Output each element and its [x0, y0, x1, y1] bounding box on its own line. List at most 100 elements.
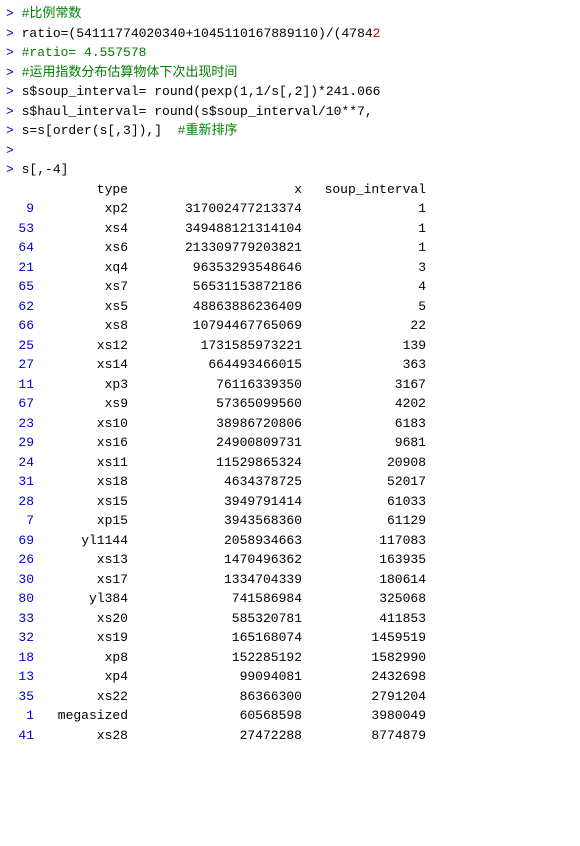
table-row: 65 xs7 56531153872186 4: [6, 277, 574, 297]
cell-rownum: 18: [6, 648, 34, 668]
code-5: s$soup_interval= round(pexp(1,1/s[,2])*2…: [14, 82, 381, 102]
cell-x: 213309779203821: [132, 238, 302, 258]
cell-x: 76116339350: [132, 375, 302, 395]
cell-soup: 4: [306, 277, 426, 297]
cell-soup: 2432698: [306, 667, 426, 687]
cell-rownum: 25: [6, 336, 34, 356]
cell-rownum: 53: [6, 219, 34, 239]
code-line-6: > s$haul_interval= round(s$soup_interval…: [0, 102, 580, 122]
cell-rownum: 32: [6, 628, 34, 648]
cell-type: xs11: [38, 453, 128, 473]
table-row: 28 xs15 3949791414 61033: [6, 492, 574, 512]
code-6: s$haul_interval= round(s$soup_interval/1…: [14, 102, 373, 122]
cell-soup: 1459519: [306, 628, 426, 648]
prompt-8: >: [6, 141, 14, 161]
comment-1: #比例常数: [14, 4, 82, 24]
cell-x: 27472288: [132, 726, 302, 746]
cell-rownum: 9: [6, 199, 34, 219]
cell-x: 11529865324: [132, 453, 302, 473]
cell-soup: 61129: [306, 511, 426, 531]
cell-x: 585320781: [132, 609, 302, 629]
table-row: 11 xp3 76116339350 3167: [6, 375, 574, 395]
cell-soup: 163935: [306, 550, 426, 570]
table-row: 24 xs11 11529865324 20908: [6, 453, 574, 473]
prompt-1: >: [6, 4, 14, 24]
cell-x: 1334704339: [132, 570, 302, 590]
cell-soup: 3167: [306, 375, 426, 395]
cell-type: xs7: [38, 277, 128, 297]
cell-rownum: 35: [6, 687, 34, 707]
code-line-9: > s[,-4]: [0, 160, 580, 180]
cell-soup: 61033: [306, 492, 426, 512]
cell-x: 3949791414: [132, 492, 302, 512]
table-row: 31 xs18 4634378725 52017: [6, 472, 574, 492]
cell-x: 165168074: [132, 628, 302, 648]
header-x: x: [132, 180, 302, 200]
cell-x: 152285192: [132, 648, 302, 668]
cell-rownum: 67: [6, 394, 34, 414]
cell-soup: 5: [306, 297, 426, 317]
cell-rownum: 62: [6, 297, 34, 317]
prompt-3: >: [6, 43, 14, 63]
code-line-7: > s=s[order(s[,3]),] #重新排序: [0, 121, 580, 141]
cell-x: 48863886236409: [132, 297, 302, 317]
cell-type: xs10: [38, 414, 128, 434]
table-row: 66 xs8 10794467765069 22: [6, 316, 574, 336]
table-row: 1 megasized 60568598 3980049: [6, 706, 574, 726]
table-row: 80 yl384 741586984 325068: [6, 589, 574, 609]
prompt-9: >: [6, 160, 14, 180]
code-7b: #重新排序: [178, 121, 238, 141]
cell-rownum: 23: [6, 414, 34, 434]
comment-3: #ratio= 4.557578: [14, 43, 147, 63]
prompt-7: >: [6, 121, 14, 141]
cell-rownum: 66: [6, 316, 34, 336]
cell-rownum: 27: [6, 355, 34, 375]
cell-type: xs15: [38, 492, 128, 512]
cell-type: xs28: [38, 726, 128, 746]
cell-type: xp15: [38, 511, 128, 531]
table-row: 67 xs9 57365099560 4202: [6, 394, 574, 414]
cell-soup: 6183: [306, 414, 426, 434]
table-row: 41 xs28 27472288 8774879: [6, 726, 574, 746]
table-row: 7 xp15 3943568360 61129: [6, 511, 574, 531]
cell-soup: 139: [306, 336, 426, 356]
cell-type: xs16: [38, 433, 128, 453]
cell-type: xs8: [38, 316, 128, 336]
cell-x: 24900809731: [132, 433, 302, 453]
cell-type: xs6: [38, 238, 128, 258]
code-line-5: > s$soup_interval= round(pexp(1,1/s[,2])…: [0, 82, 580, 102]
cell-rownum: 28: [6, 492, 34, 512]
console: > #比例常数 > ratio=(54111774020340+10451101…: [0, 0, 580, 749]
cell-type: yl1144: [38, 531, 128, 551]
cell-type: xp8: [38, 648, 128, 668]
table-row: 35 xs22 86366300 2791204: [6, 687, 574, 707]
comment-4: #运用指数分布估算物体下次出现时间: [14, 63, 238, 83]
cell-type: xs20: [38, 609, 128, 629]
prompt-5: >: [6, 82, 14, 102]
cell-soup: 52017: [306, 472, 426, 492]
cell-rownum: 30: [6, 570, 34, 590]
cell-type: xs17: [38, 570, 128, 590]
cell-type: xp2: [38, 199, 128, 219]
cell-soup: 1: [306, 219, 426, 239]
table-row: 23 xs10 38986720806 6183: [6, 414, 574, 434]
prompt-2: >: [6, 24, 14, 44]
cell-soup: 2791204: [306, 687, 426, 707]
cell-type: xs5: [38, 297, 128, 317]
cell-type: xs19: [38, 628, 128, 648]
table-container: type x soup_interval 9 xp2 3170024772133…: [0, 180, 580, 746]
table-row: 21 xq4 96353293548646 3: [6, 258, 574, 278]
cell-rownum: 41: [6, 726, 34, 746]
cell-type: xq4: [38, 258, 128, 278]
cell-soup: 20908: [306, 453, 426, 473]
cell-rownum: 1: [6, 706, 34, 726]
cell-rownum: 7: [6, 511, 34, 531]
cell-type: xs12: [38, 336, 128, 356]
cell-type: xs22: [38, 687, 128, 707]
cell-rownum: 21: [6, 258, 34, 278]
cell-x: 1731585973221: [132, 336, 302, 356]
cell-soup: 4202: [306, 394, 426, 414]
code-7a: s=s[order(s[,3]),]: [14, 121, 178, 141]
table-row: 53 xs4 349488121314104 1: [6, 219, 574, 239]
cell-rownum: 64: [6, 238, 34, 258]
